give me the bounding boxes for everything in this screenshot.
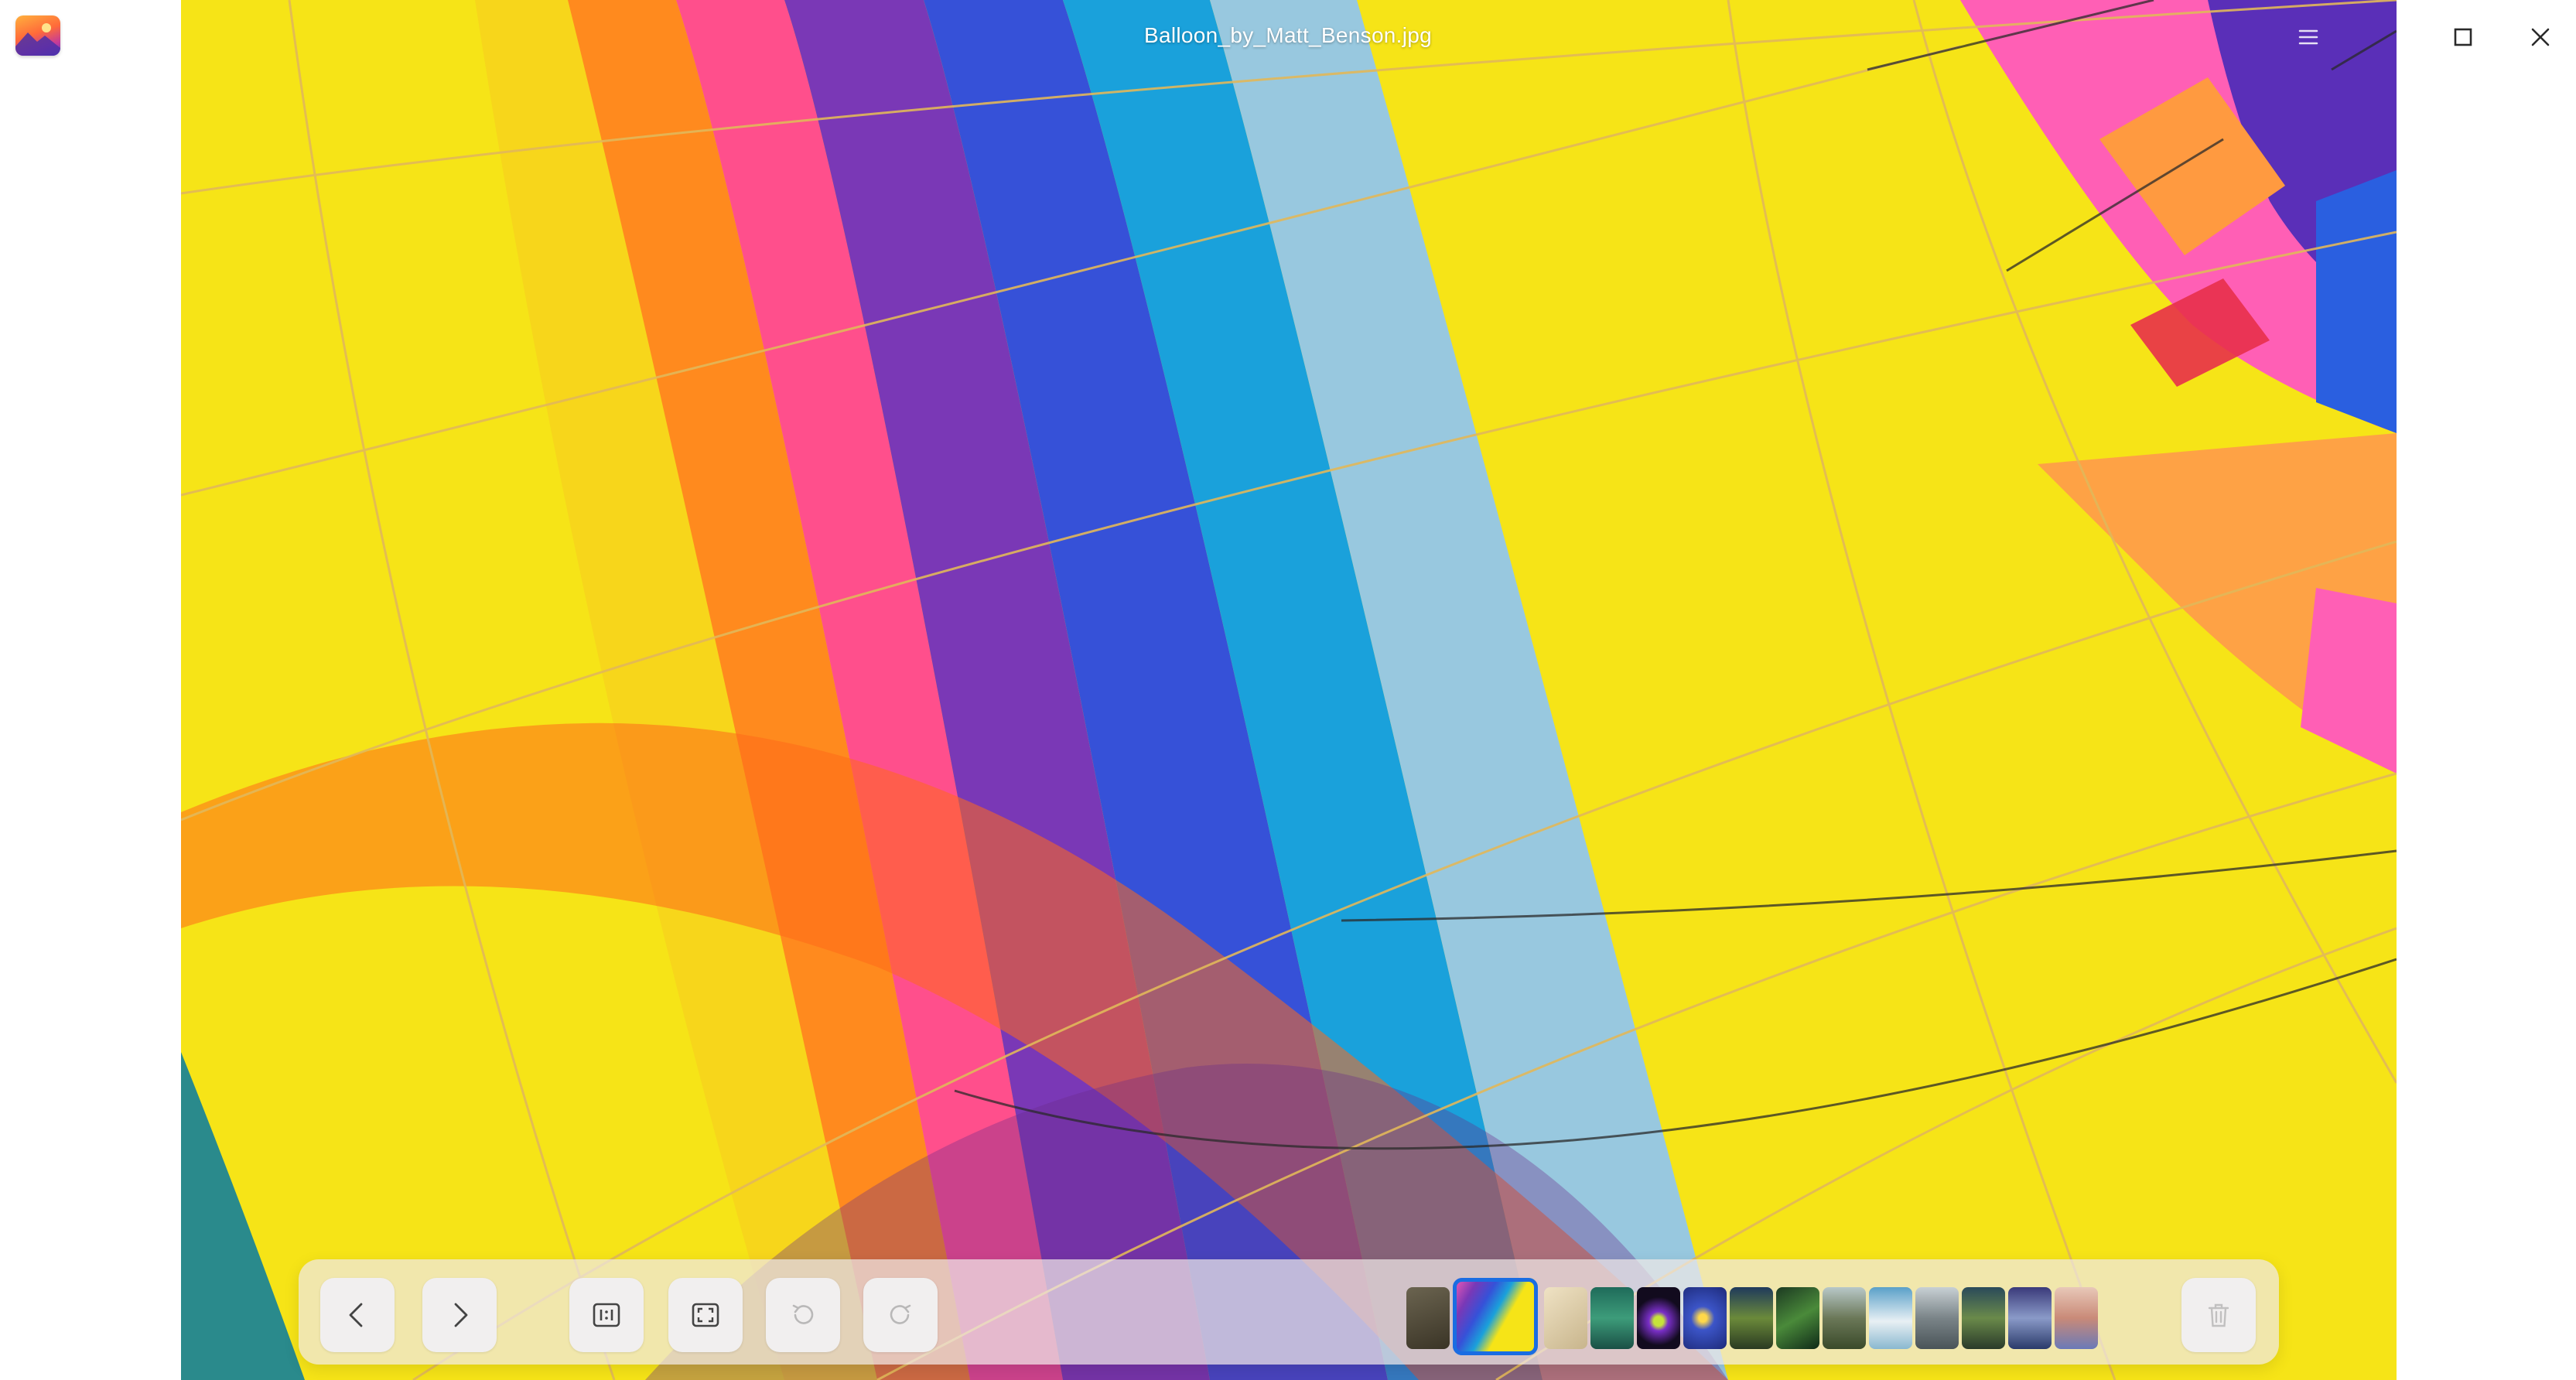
thumbnail[interactable] xyxy=(1590,1287,1634,1349)
thumbnail-strip xyxy=(1406,1278,2412,1355)
one-to-one-icon xyxy=(593,1303,620,1327)
close-icon xyxy=(2531,28,2550,46)
rotate-right-icon xyxy=(890,1304,911,1324)
chevron-right-icon xyxy=(454,1303,468,1327)
thumbnail[interactable] xyxy=(1406,1287,1450,1349)
thumbnail[interactable] xyxy=(1823,1287,1866,1349)
delete-button[interactable] xyxy=(2181,1278,2256,1352)
rotate-counterclockwise-button[interactable] xyxy=(766,1278,840,1352)
rotate-clockwise-button[interactable] xyxy=(863,1278,938,1352)
thumbnail[interactable] xyxy=(1915,1287,1959,1349)
thumbnail[interactable] xyxy=(1637,1287,1680,1349)
trash-icon xyxy=(2208,1303,2229,1327)
original-size-button[interactable] xyxy=(569,1278,644,1352)
thumbnail[interactable] xyxy=(1730,1287,1773,1349)
maximize-button[interactable] xyxy=(2443,17,2483,57)
close-button[interactable] xyxy=(2520,17,2561,57)
hamburger-menu-icon xyxy=(2298,29,2318,45)
window-title: Balloon_by_Matt_Benson.jpg xyxy=(1143,23,1433,47)
thumbnail[interactable] xyxy=(2008,1287,2052,1349)
viewer-toolbar xyxy=(299,1259,2279,1365)
thumbnail-current[interactable] xyxy=(1453,1278,1538,1355)
next-image-button[interactable] xyxy=(422,1278,497,1352)
thumbnail[interactable] xyxy=(1962,1287,2005,1349)
thumbnail[interactable] xyxy=(1869,1287,1912,1349)
menu-button[interactable] xyxy=(2288,17,2328,57)
thumbnail[interactable] xyxy=(1683,1287,1727,1349)
maximize-icon xyxy=(2454,28,2472,46)
thumbnail[interactable] xyxy=(1776,1287,1819,1349)
rotate-left-icon xyxy=(792,1304,814,1324)
previous-image-button[interactable] xyxy=(320,1278,395,1352)
image-canvas[interactable] xyxy=(181,0,2397,1380)
fit-window-icon xyxy=(692,1303,719,1327)
fit-to-window-button[interactable] xyxy=(668,1278,743,1352)
thumbnail[interactable] xyxy=(1544,1287,1587,1349)
thumbnail[interactable] xyxy=(2055,1287,2098,1349)
chevron-left-icon xyxy=(349,1303,363,1327)
